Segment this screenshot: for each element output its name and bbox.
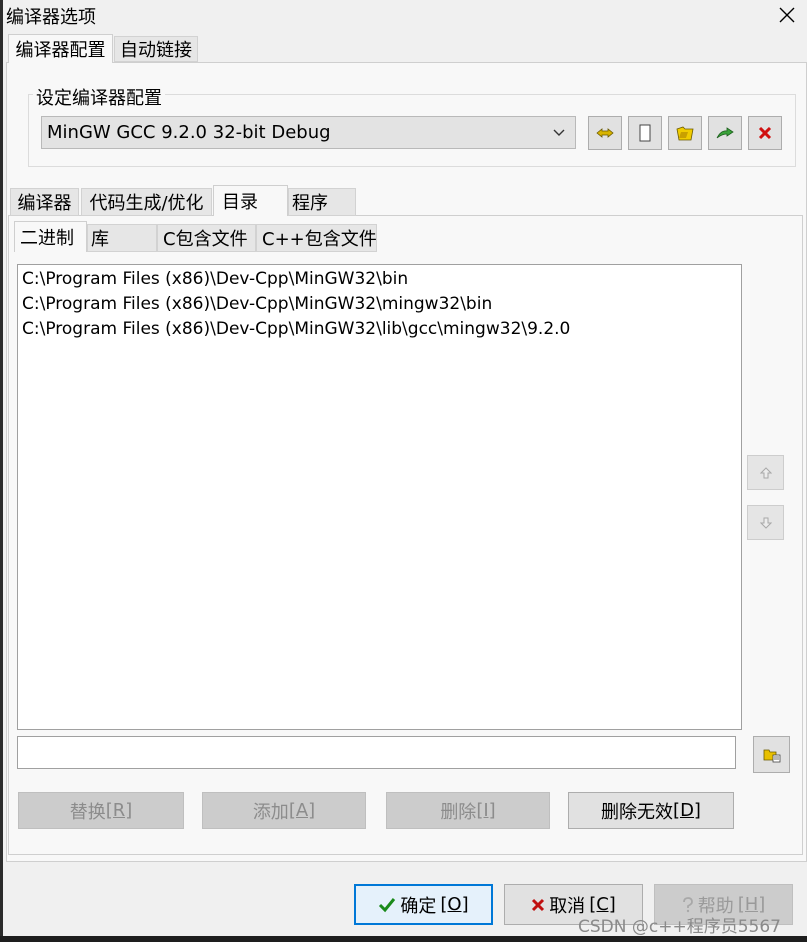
tab-programs[interactable]: 程序	[288, 188, 356, 216]
move-up-button[interactable]	[747, 455, 784, 490]
arrow-up-icon	[759, 466, 772, 478]
new-config-button[interactable]	[628, 116, 662, 150]
copy-config-button[interactable]	[668, 116, 702, 150]
check-icon	[379, 897, 396, 912]
tab-binaries[interactable]: 二进制	[14, 221, 87, 252]
tab-c-includes[interactable]: C包含文件	[157, 224, 256, 252]
list-item[interactable]: C:\Program Files (x86)\Dev-Cpp\MinGW32\l…	[22, 319, 570, 339]
bottom-edge-strip	[0, 936, 807, 942]
help-icon	[682, 896, 693, 912]
delete-button[interactable]: 删除 [I]	[386, 792, 550, 829]
delete-icon	[758, 126, 772, 140]
left-edge-strip	[0, 0, 3, 942]
close-icon	[779, 7, 795, 23]
add-button[interactable]: 添加 [A]	[202, 792, 366, 829]
rename-config-button[interactable]	[588, 116, 622, 150]
directory-list[interactable]: C:\Program Files (x86)\Dev-Cpp\MinGW32\b…	[17, 264, 742, 730]
delete-invalid-button[interactable]: 删除无效 [D]	[568, 792, 734, 829]
export-config-button[interactable]	[708, 116, 742, 150]
tab-codegen[interactable]: 代码生成/优化	[81, 188, 212, 216]
folder-browse-icon	[763, 749, 780, 762]
arrow-down-icon	[759, 517, 772, 529]
tab-libraries[interactable]: 库	[87, 224, 157, 252]
browse-folder-button[interactable]	[753, 736, 790, 773]
list-item[interactable]: C:\Program Files (x86)\Dev-Cpp\MinGW32\m…	[22, 294, 492, 314]
move-down-button[interactable]	[747, 505, 784, 540]
chevron-down-icon	[553, 129, 565, 136]
rename-icon	[596, 128, 614, 138]
close-button[interactable]	[770, 0, 804, 30]
tab-compiler[interactable]: 编译器	[10, 188, 79, 216]
tab-directories[interactable]: 目录	[213, 185, 288, 216]
tab-compiler-config[interactable]: 编译器配置	[8, 34, 113, 63]
compiler-config-select[interactable]: MinGW GCC 9.2.0 32-bit Debug	[41, 116, 576, 149]
compiler-config-value: MinGW GCC 9.2.0 32-bit Debug	[47, 122, 331, 143]
csdn-watermark: CSDN @c++程序员5567	[578, 917, 781, 937]
tab-cpp-includes[interactable]: C++包含文件	[256, 224, 377, 252]
list-item[interactable]: C:\Program Files (x86)\Dev-Cpp\MinGW32\b…	[22, 269, 408, 289]
path-input[interactable]	[17, 736, 736, 769]
window-title: 编译器选项	[6, 7, 96, 28]
tab-auto-link[interactable]: 自动链接	[114, 36, 198, 62]
config-group-label: 设定编译器配置	[33, 84, 165, 110]
cancel-x-icon	[532, 898, 545, 911]
replace-button[interactable]: 替换 [R]	[18, 792, 184, 829]
export-icon	[716, 127, 734, 139]
delete-config-button[interactable]	[748, 116, 782, 150]
ok-button[interactable]: 确定 [O]	[354, 884, 493, 925]
new-blank-icon	[639, 124, 651, 142]
folder-icon	[676, 126, 694, 141]
